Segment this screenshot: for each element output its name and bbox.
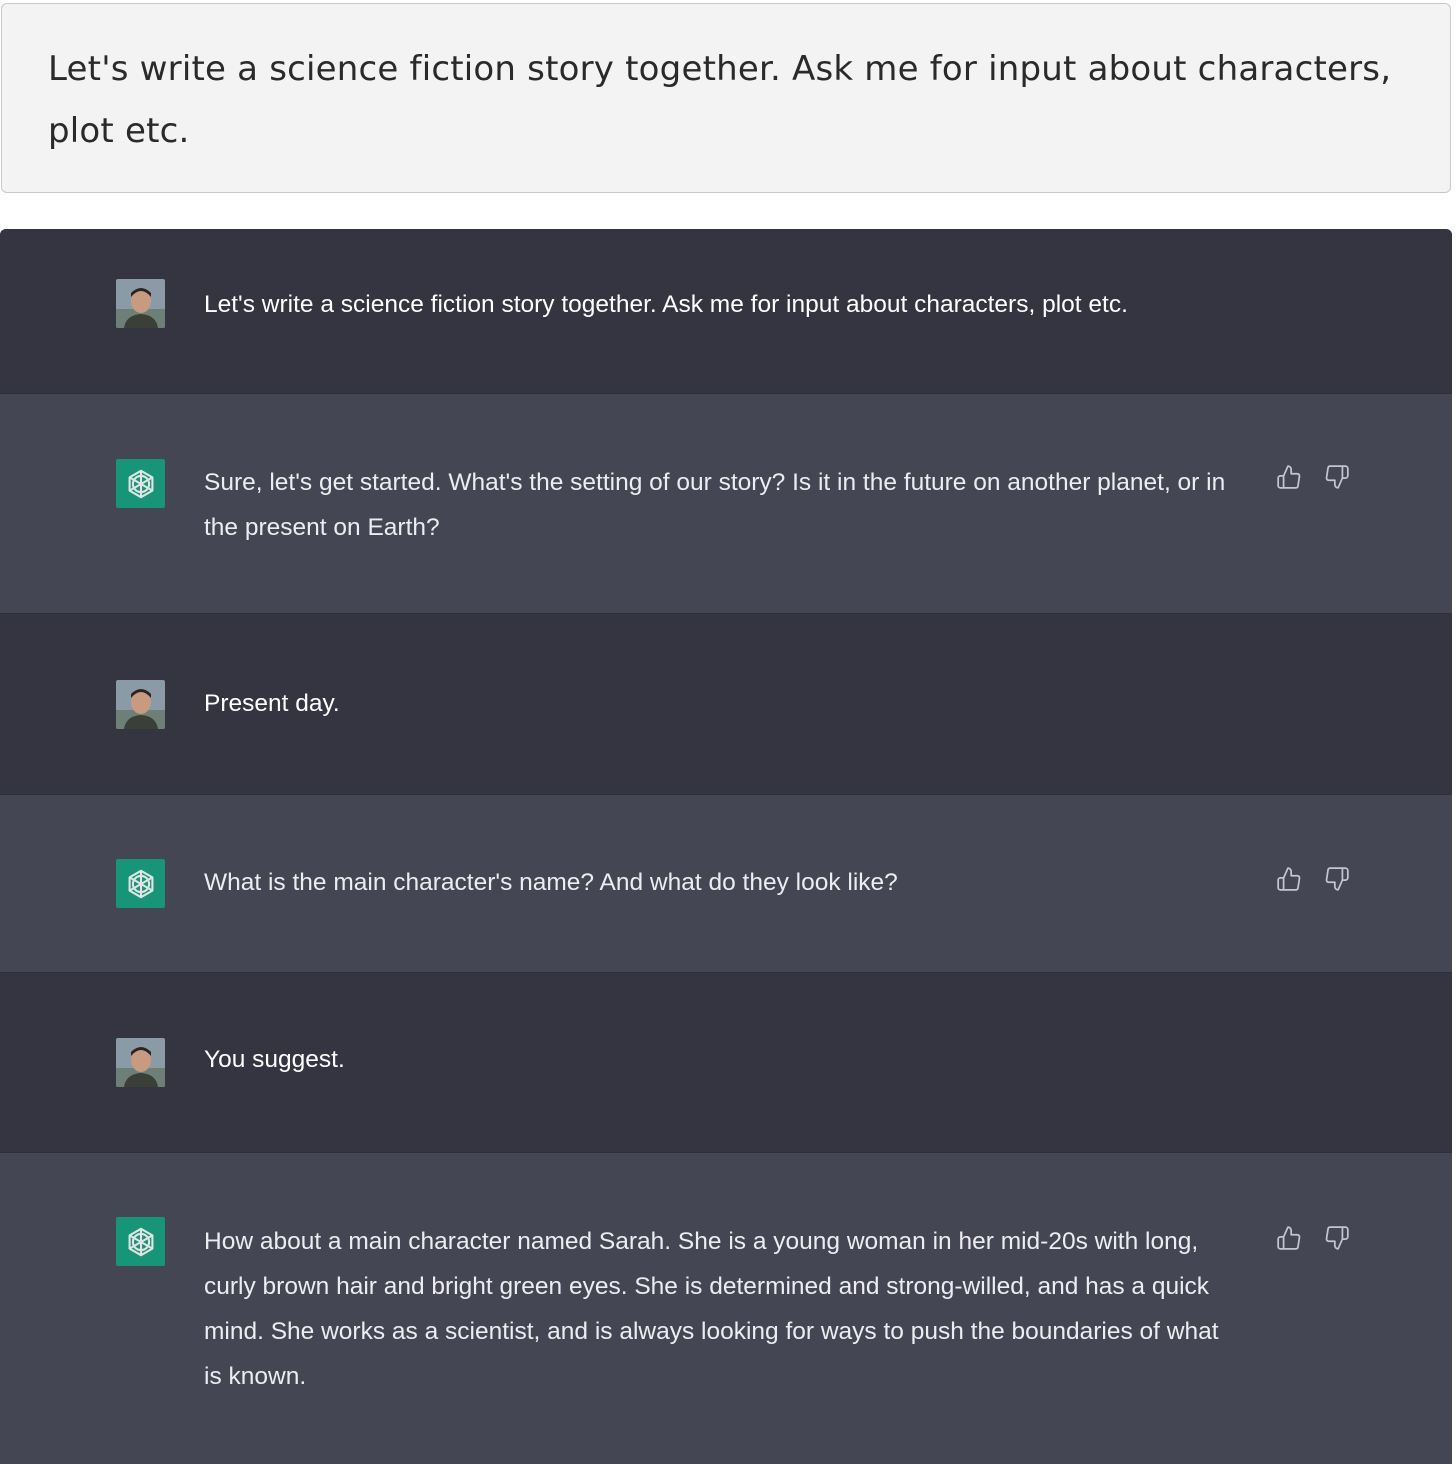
user-photo-avatar (116, 279, 165, 328)
chat-thread: Let's write a science fiction story toge… (0, 229, 1452, 1464)
message-text: You suggest. (204, 1046, 345, 1073)
user-avatar (116, 1038, 165, 1087)
prompt-text: Let's write a science fiction story toge… (48, 49, 1392, 151)
assistant-message: Sure, let's get started. What's the sett… (0, 394, 1452, 614)
feedback-buttons (1276, 1225, 1350, 1251)
assistant-message: How about a main character named Sarah. … (0, 1153, 1452, 1464)
user-avatar (116, 680, 165, 729)
message-text: What is the main character's name? And w… (204, 869, 898, 896)
feedback-buttons (1276, 464, 1350, 490)
thumbs-down-icon (1325, 1226, 1349, 1250)
thumbs-up-button[interactable] (1276, 866, 1302, 892)
thumbs-down-button[interactable] (1324, 464, 1350, 490)
prompt-caption: Let's write a science fiction story toge… (1, 3, 1451, 193)
feedback-buttons (1276, 866, 1350, 892)
assistant-avatar (116, 859, 165, 908)
thumbs-down-button[interactable] (1324, 866, 1350, 892)
thumbs-up-icon (1277, 867, 1301, 891)
openai-logo-icon (128, 1227, 153, 1256)
thumbs-up-icon (1277, 465, 1301, 489)
user-photo-avatar (116, 680, 165, 729)
thumbs-up-button[interactable] (1276, 464, 1302, 490)
openai-logo-icon (128, 869, 153, 898)
user-photo-avatar (116, 1038, 165, 1087)
thumbs-up-button[interactable] (1276, 1225, 1302, 1251)
user-message: You suggest. (0, 973, 1452, 1153)
thumbs-up-icon (1277, 1226, 1301, 1250)
thumbs-down-button[interactable] (1324, 1225, 1350, 1251)
thumbs-down-icon (1325, 867, 1349, 891)
message-text: How about a main character named Sarah. … (204, 1228, 1219, 1390)
message-text: Let's write a science fiction story toge… (204, 291, 1128, 318)
message-text: Present day. (204, 690, 340, 717)
user-message: Let's write a science fiction story toge… (0, 229, 1452, 394)
thumbs-down-icon (1325, 465, 1349, 489)
message-text: Sure, let's get started. What's the sett… (204, 469, 1226, 541)
assistant-message: What is the main character's name? And w… (0, 795, 1452, 973)
user-avatar (116, 279, 165, 328)
assistant-avatar (116, 1217, 165, 1266)
user-message: Present day. (0, 614, 1452, 795)
assistant-avatar (116, 459, 165, 508)
openai-logo-icon (128, 469, 153, 498)
